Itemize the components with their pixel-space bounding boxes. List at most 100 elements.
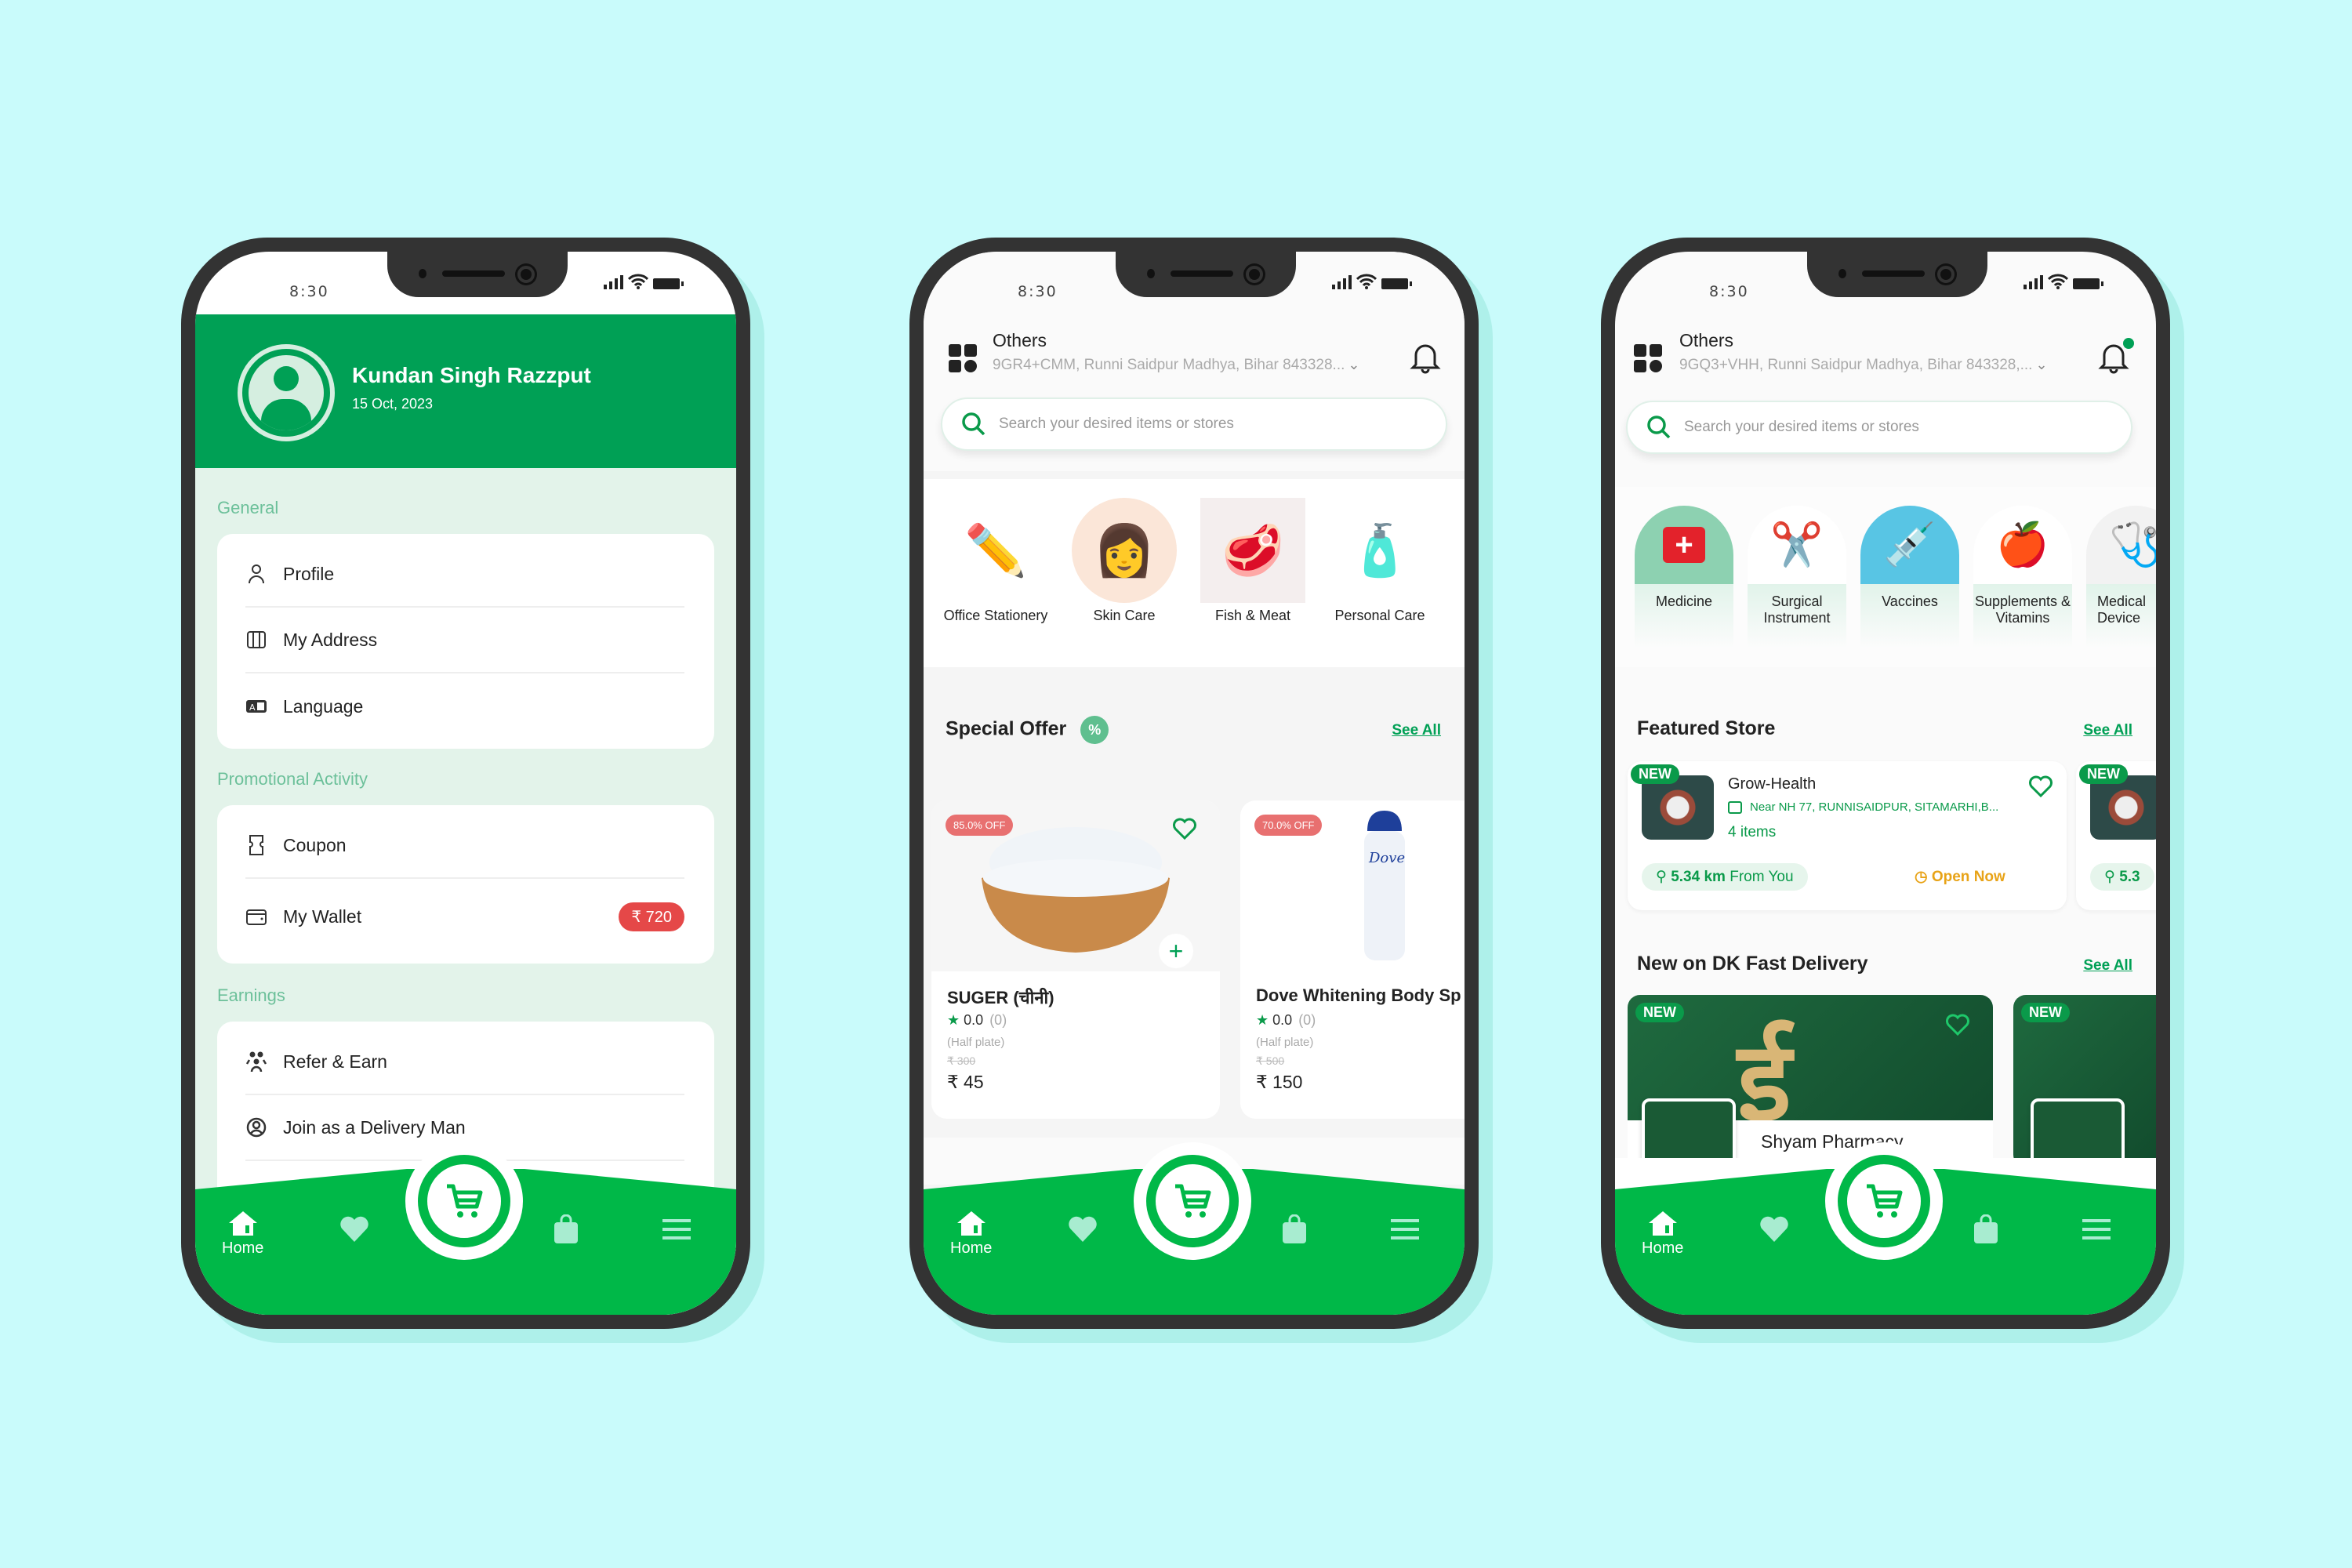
svg-text:A: A <box>249 702 256 713</box>
category-supplements[interactable]: 🍎 Supplements & Vitamins <box>1968 506 2078 648</box>
product-name: Dove Whitening Body Sp <box>1256 985 1461 1005</box>
nav-orders[interactable] <box>1281 1214 1308 1244</box>
heart-outline-icon[interactable] <box>2029 775 2053 797</box>
new-on-see-all[interactable]: See All <box>2083 957 2132 975</box>
clock-icon: ◷ <box>1915 869 1932 885</box>
category-label: Surgical Instrument <box>1748 584 1846 648</box>
phone-profile-menu: 8:30 Kundan Singh Razzput 15 Oct, 2023 G… <box>181 238 764 1343</box>
distance-pill: ⚲ 5.3 <box>2090 863 2154 891</box>
category-surgical-instrument[interactable]: ✂️ Surgical Instrument <box>1742 506 1852 648</box>
screen: 8:30 Others 9GQ3+VHH, Runni Saidpur Madh… <box>1615 252 2156 1315</box>
nav-favorites[interactable] <box>1759 1216 1789 1243</box>
nav-menu[interactable] <box>1391 1219 1419 1240</box>
surgical-image: ✂️ <box>1748 506 1846 584</box>
product-variant: (Half plate) <box>1256 1036 1314 1049</box>
menu-label: Profile <box>283 563 335 584</box>
menu-item-refer-earn[interactable]: Refer & Earn <box>245 1029 684 1095</box>
nav-home[interactable]: Home <box>1642 1210 1683 1258</box>
heart-icon <box>1760 1216 1788 1242</box>
nav-favorites[interactable] <box>339 1216 369 1243</box>
product-price: ₹ 150 <box>1256 1072 1303 1092</box>
product-rating: ★ 0.0 (0) <box>1256 1012 1316 1029</box>
category-fish-meat[interactable]: 🥩 Fish & Meat <box>1198 498 1308 624</box>
new-badge: NEW <box>2079 764 2128 784</box>
menu-item-coupon[interactable]: Coupon <box>245 813 684 879</box>
cart-button[interactable] <box>405 1142 523 1260</box>
nav-menu[interactable] <box>2082 1219 2111 1240</box>
category-personal-care[interactable]: 🧴 Personal Care <box>1325 498 1435 624</box>
category-medicine[interactable]: + Medicine <box>1629 506 1739 648</box>
chevron-down-icon: ⌄ <box>2035 357 2048 372</box>
search-input[interactable] <box>999 416 1406 433</box>
menu-label: Refer & Earn <box>283 1051 387 1072</box>
person-icon <box>245 563 267 585</box>
menu-icon <box>2082 1219 2111 1240</box>
menu-label: Language <box>283 695 364 717</box>
search-bar[interactable] <box>1626 401 2132 454</box>
category-office-stationery[interactable]: ✏️ Office Stationery <box>941 498 1051 624</box>
menu-item-language[interactable]: A Language <box>245 673 684 739</box>
featured-see-all[interactable]: See All <box>2083 722 2132 739</box>
nav-home-label: Home <box>950 1240 993 1257</box>
discount-badge: 85.0% OFF <box>946 815 1014 836</box>
menu-item-my-wallet[interactable]: My Wallet ₹ 720 <box>245 884 684 949</box>
heart-outline-icon[interactable] <box>1946 1014 1969 1036</box>
category-vaccines[interactable]: 💉 Vaccines <box>1855 506 1965 648</box>
notch <box>1116 252 1296 297</box>
categories-grid-icon[interactable] <box>949 344 977 372</box>
wallet-icon <box>245 906 267 927</box>
product-old-price: ₹ 300 <box>947 1054 976 1067</box>
nav-orders[interactable] <box>1973 1214 1999 1244</box>
stationery-image: ✏️ <box>943 498 1048 603</box>
signal-icon <box>2024 275 2043 289</box>
phone-frame: 8:30 Kundan Singh Razzput 15 Oct, 2023 G… <box>181 238 750 1329</box>
add-to-cart-button[interactable]: + <box>1159 934 1193 968</box>
location-address[interactable]: 9GR4+CMM, Runni Saidpur Madhya, Bihar 84… <box>993 357 1359 374</box>
fish-meat-image: 🥩 <box>1200 498 1305 603</box>
menu-icon <box>662 1219 691 1240</box>
avatar[interactable] <box>238 344 335 441</box>
location-address[interactable]: 9GQ3+VHH, Runni Saidpur Madhya, Bihar 84… <box>1679 357 2048 374</box>
status-time: 8:30 <box>289 283 329 300</box>
cart-button[interactable] <box>1134 1142 1251 1260</box>
medicine-image: + <box>1635 506 1733 584</box>
menu-item-my-address[interactable]: My Address <box>245 608 684 673</box>
cart-icon <box>1175 1184 1211 1218</box>
screen: 8:30 Others 9GR4+CMM, Runni Saidpur Madh… <box>924 252 1465 1315</box>
nav-favorites[interactable] <box>1068 1216 1098 1243</box>
nav-home[interactable]: Home <box>950 1210 992 1258</box>
cart-button[interactable] <box>1825 1142 1943 1260</box>
category-label: Skin Care <box>1093 608 1156 623</box>
promotional-card: Coupon My Wallet ₹ 720 <box>217 805 714 964</box>
categories-grid-icon[interactable] <box>1634 344 1662 372</box>
search-bar[interactable] <box>941 397 1447 451</box>
category-medical-device[interactable]: 🩺 Medical Device <box>2081 506 2156 648</box>
home-icon <box>1648 1211 1677 1236</box>
home-icon <box>228 1211 257 1236</box>
cart-icon <box>1867 1184 1903 1218</box>
menu-item-profile[interactable]: Profile <box>245 542 684 608</box>
store-card[interactable]: NEW Grow-Health Near NH 77, RUNNISAIDPUR… <box>1628 761 2067 910</box>
supplements-image: 🍎 <box>1973 506 2072 584</box>
address-text: 9GQ3+VHH, Runni Saidpur Madhya, Bihar 84… <box>1679 357 2033 373</box>
special-offer-see-all[interactable]: See All <box>1392 722 1441 739</box>
category-label: Fish & Meat <box>1214 608 1291 623</box>
phone-frame: 8:30 Others 9GR4+CMM, Runni Saidpur Madh… <box>909 238 1479 1329</box>
product-rating: ★ 0.0 (0) <box>947 1012 1007 1029</box>
status-icons <box>1332 274 1412 289</box>
category-row: ✏️ Office Stationery 👩 Skin Care 🥩 Fish … <box>924 479 1465 667</box>
heart-outline-icon[interactable] <box>1173 818 1196 840</box>
notification-bell-icon[interactable] <box>1410 339 1441 374</box>
search-input[interactable] <box>1684 419 2092 436</box>
user-name: Kundan Singh Razzput <box>352 363 591 387</box>
product-card[interactable]: 85.0% OFF + SUGER (चीनी) ★ 0.0 (0) (Half … <box>931 800 1220 1119</box>
open-status: ◷ Open Now <box>1915 868 2005 886</box>
category-skin-care[interactable]: 👩 Skin Care <box>1069 498 1179 624</box>
menu-label: My Address <box>283 629 378 650</box>
nav-home[interactable]: Home <box>222 1210 263 1258</box>
nav-menu[interactable] <box>662 1219 691 1240</box>
product-card[interactable]: Dove 70.0% OFF Dove Whitening Body Sp ★ … <box>1240 800 1465 1119</box>
menu-label: My Wallet <box>283 906 362 927</box>
store-card[interactable]: NEW ⚲ 5.3 <box>2076 761 2156 910</box>
nav-orders[interactable] <box>553 1214 579 1244</box>
